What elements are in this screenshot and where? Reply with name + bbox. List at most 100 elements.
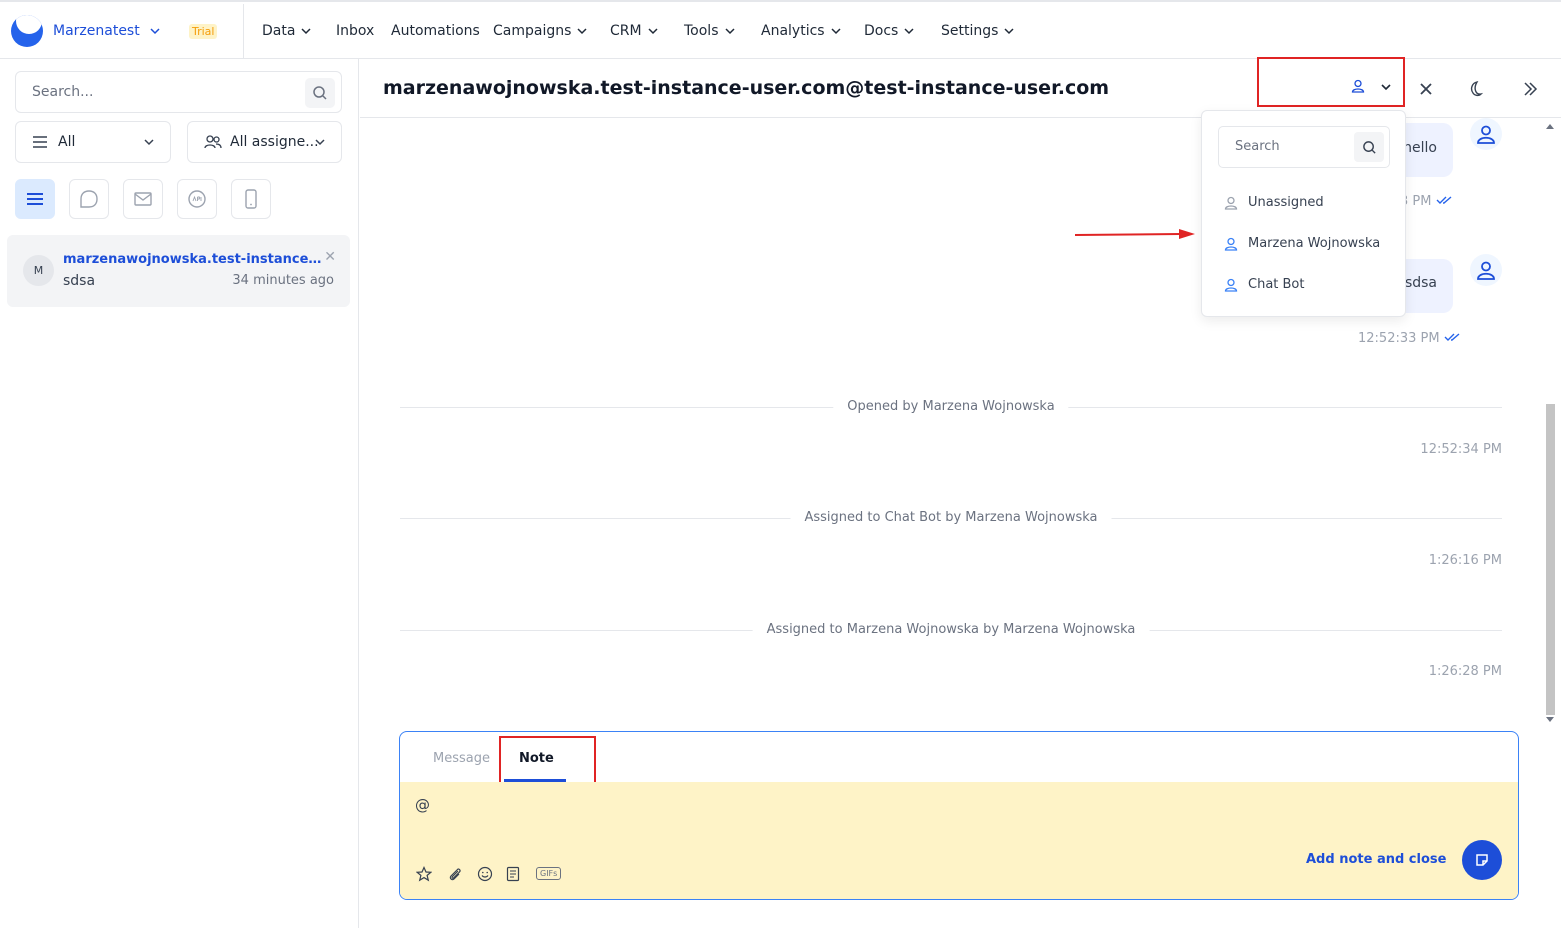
nav-label: Docs bbox=[864, 23, 899, 39]
option-label: Chat Bot bbox=[1248, 277, 1305, 292]
assignee-button[interactable] bbox=[1257, 57, 1405, 107]
close-icon bbox=[1420, 83, 1432, 95]
event-time: 12:52:34 PM bbox=[1420, 442, 1502, 457]
conversation-name: marzenawojnowska.test-instance-user.com@… bbox=[63, 252, 325, 267]
option-label: Unassigned bbox=[1248, 195, 1324, 210]
search-button[interactable] bbox=[1354, 132, 1384, 162]
nav-label: Automations bbox=[391, 23, 480, 39]
user-icon bbox=[1477, 125, 1495, 144]
search-icon bbox=[313, 86, 327, 100]
channel-email[interactable] bbox=[123, 179, 163, 219]
assignee-search bbox=[1218, 126, 1390, 168]
close-icon[interactable]: ✕ bbox=[324, 249, 336, 265]
nav-campaigns[interactable]: Campaigns bbox=[493, 23, 587, 39]
tab-message[interactable]: Message bbox=[433, 751, 490, 766]
search-button[interactable] bbox=[305, 78, 335, 108]
conversation-search bbox=[15, 71, 342, 113]
emoji-icon[interactable] bbox=[477, 866, 493, 882]
nav-docs[interactable]: Docs bbox=[864, 23, 914, 39]
chevron-down-icon bbox=[648, 28, 658, 35]
list-icon bbox=[33, 136, 47, 148]
event-text: Assigned to Chat Bot by Marzena Wojnowsk… bbox=[790, 510, 1112, 525]
note-input[interactable]: @ GIFs Add note and close bbox=[400, 782, 1518, 899]
assignee-dropdown: Unassigned Marzena Wojnowska Chat Bot bbox=[1201, 110, 1406, 317]
star-icon[interactable] bbox=[416, 866, 432, 882]
menu-icon bbox=[27, 193, 43, 205]
channel-all[interactable] bbox=[15, 179, 55, 219]
message-composer: Message Note @ GIFs Add note and close bbox=[399, 731, 1519, 900]
nav-settings[interactable]: Settings bbox=[941, 23, 1014, 39]
collapse-panel-button[interactable] bbox=[1518, 77, 1542, 101]
nav-inbox[interactable]: Inbox bbox=[336, 23, 374, 39]
nav-tools[interactable]: Tools bbox=[684, 23, 735, 39]
channel-mobile[interactable] bbox=[231, 179, 271, 219]
workspace-switcher[interactable]: Marzenatest bbox=[53, 23, 160, 39]
conversation-sidebar: All All assigne... M marzenawojnowska.te… bbox=[0, 59, 359, 928]
nav-analytics[interactable]: Analytics bbox=[761, 23, 841, 39]
top-bar: Marzenatest Trial Data Inbox Automations… bbox=[0, 0, 1561, 60]
nav-label: Campaigns bbox=[493, 23, 572, 39]
chevron-down-icon bbox=[577, 28, 587, 35]
assignee-option-marzena[interactable]: Marzena Wojnowska bbox=[1224, 236, 1380, 251]
divider bbox=[243, 4, 244, 60]
event-text: Assigned to Marzena Wojnowska by Marzena… bbox=[752, 622, 1150, 637]
conversation-preview: sdsa bbox=[63, 273, 96, 289]
chat-title: marzenawojnowska.test-instance-user.com@… bbox=[383, 77, 1110, 99]
avatar bbox=[1470, 118, 1502, 150]
assignee-search-input[interactable] bbox=[1235, 139, 1345, 154]
assignee-option-unassigned[interactable]: Unassigned bbox=[1224, 195, 1324, 210]
annotation-highlight bbox=[499, 736, 596, 788]
gif-button[interactable]: GIFs bbox=[536, 867, 562, 880]
activity-event: Opened by Marzena Wojnowska bbox=[400, 399, 1502, 419]
chevron-down-icon bbox=[150, 28, 160, 35]
app-logo[interactable] bbox=[11, 15, 43, 47]
chevron-down-icon bbox=[144, 139, 154, 146]
scrollbar[interactable] bbox=[1543, 121, 1557, 727]
add-note-and-close-button[interactable]: Add note and close bbox=[1306, 852, 1446, 867]
chevron-down-icon bbox=[831, 28, 841, 35]
mail-icon bbox=[134, 192, 152, 206]
scroll-up-icon bbox=[1546, 124, 1554, 129]
activity-event: Assigned to Marzena Wojnowska by Marzena… bbox=[400, 622, 1502, 642]
chevron-down-icon bbox=[1004, 28, 1014, 35]
assignee-filter[interactable]: All assigne... bbox=[187, 121, 342, 163]
message-text: sdsa bbox=[1404, 275, 1437, 291]
workspace-name: Marzenatest bbox=[53, 23, 140, 39]
option-label: Marzena Wojnowska bbox=[1248, 236, 1381, 251]
add-note-button[interactable] bbox=[1462, 840, 1502, 880]
conversation-list-item[interactable]: M marzenawojnowska.test-instance-user.co… bbox=[7, 235, 350, 307]
assignee-filter-label: All assigne... bbox=[230, 134, 319, 150]
status-filter-label: All bbox=[58, 134, 76, 150]
api-icon bbox=[188, 190, 206, 208]
channel-api[interactable] bbox=[177, 179, 217, 219]
scroll-thumb[interactable] bbox=[1546, 404, 1555, 715]
user-icon bbox=[1224, 237, 1238, 251]
search-input[interactable] bbox=[32, 84, 292, 100]
double-check-icon bbox=[1444, 333, 1460, 341]
chevron-down-icon bbox=[301, 28, 311, 35]
close-conversation-button[interactable] bbox=[1414, 77, 1438, 101]
activity-event: Assigned to Chat Bot by Marzena Wojnowsk… bbox=[400, 510, 1502, 530]
chat-panel: marzenawojnowska.test-instance-user.com@… bbox=[360, 57, 1561, 928]
message-time: 3 PM bbox=[1400, 194, 1454, 209]
user-icon bbox=[1351, 79, 1365, 93]
assignee-option-chatbot[interactable]: Chat Bot bbox=[1224, 277, 1304, 292]
users-icon bbox=[204, 135, 222, 149]
nav-label: Data bbox=[262, 23, 296, 39]
snooze-button[interactable] bbox=[1462, 77, 1486, 101]
message-time: 12:52:33 PM bbox=[1358, 331, 1462, 346]
template-icon[interactable] bbox=[506, 866, 520, 882]
channel-chat[interactable] bbox=[69, 179, 109, 219]
scroll-down-icon bbox=[1546, 717, 1554, 722]
nav-crm[interactable]: CRM bbox=[610, 23, 658, 39]
user-icon bbox=[1224, 196, 1238, 210]
note-icon bbox=[1476, 854, 1488, 866]
paperclip-icon[interactable] bbox=[447, 866, 463, 882]
event-text: Opened by Marzena Wojnowska bbox=[833, 399, 1069, 414]
status-filter[interactable]: All bbox=[15, 121, 171, 163]
nav-data[interactable]: Data bbox=[262, 23, 311, 39]
nav-automations[interactable]: Automations bbox=[391, 23, 480, 39]
chevron-down-icon bbox=[724, 28, 735, 35]
conversation-time: 34 minutes ago bbox=[232, 273, 334, 288]
nav-label: CRM bbox=[610, 23, 642, 39]
